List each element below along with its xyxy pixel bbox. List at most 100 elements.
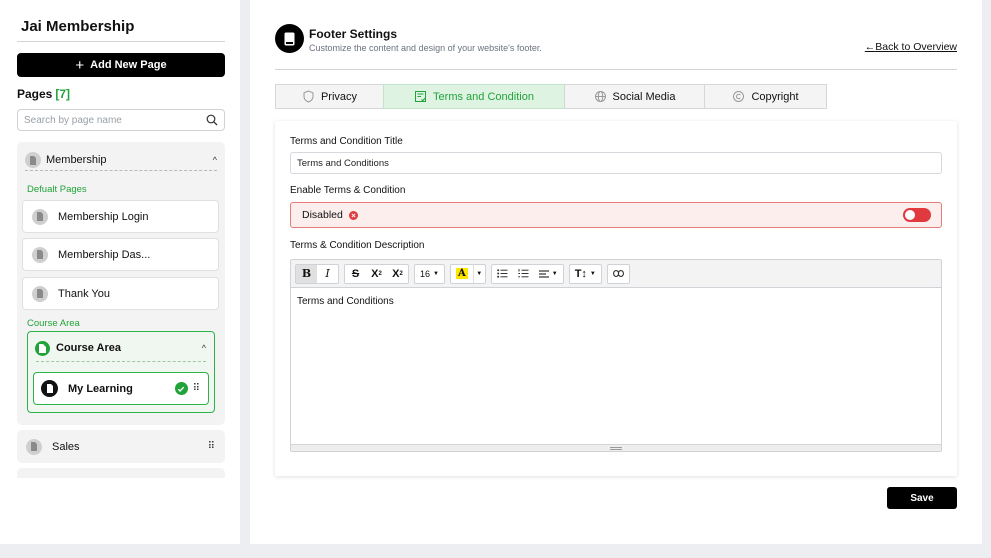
align-select[interactable]: ▼ — [534, 265, 563, 283]
pages-count: [7] — [55, 87, 71, 101]
tab-bar: Privacy Terms and Condition Social Media… — [275, 84, 827, 109]
x-circle-icon — [348, 210, 358, 220]
shield-icon — [303, 90, 314, 103]
description-field-label: Terms & Condition Description — [290, 240, 425, 251]
app-title: Jai Membership — [21, 18, 135, 35]
copyright-icon — [733, 91, 745, 102]
highlight-icon: A — [455, 268, 468, 279]
numbered-list-button[interactable] — [513, 265, 534, 283]
strikethrough-button[interactable]: S — [345, 265, 366, 283]
sidebar: Jai Membership + Add New Page Pages[7] M… — [0, 0, 240, 544]
editor-resize-handle[interactable] — [291, 444, 941, 451]
numbered-list-icon — [518, 269, 529, 278]
script-group: S X2 X2 — [344, 263, 409, 284]
save-button[interactable]: Save — [887, 487, 957, 509]
status-text: Disabled — [302, 209, 343, 221]
divider — [17, 41, 225, 42]
footer-settings-panel: Footer Settings Customize the content an… — [250, 0, 982, 544]
membership-group: Membership ^ Defualt Pages Membership Lo… — [17, 142, 225, 425]
chevron-up-icon[interactable]: ^ — [202, 343, 206, 353]
check-circle-icon — [174, 382, 188, 395]
plus-icon: + — [75, 56, 85, 74]
chevron-down-icon: ▼ — [551, 270, 558, 277]
list-group: ▼ — [490, 263, 564, 284]
back-link-label: Back to Overview — [875, 41, 957, 53]
text-style-select[interactable]: T↕ ▼ — [570, 265, 601, 283]
enable-field-label: Enable Terms & Condition — [290, 185, 406, 196]
page-item-label: Membership Login — [58, 210, 149, 223]
enable-terms-row: Disabled — [290, 202, 942, 228]
divider — [36, 361, 206, 362]
course-area-header[interactable]: Course Area ^ — [35, 339, 206, 357]
course-area-group: Course Area ^ My Learning ⠿ — [27, 331, 215, 413]
sales-label: Sales — [52, 440, 80, 453]
tab-label: Privacy — [320, 90, 358, 103]
text-style-group: T↕ ▼ — [568, 263, 602, 284]
tab-label: Copyright — [751, 90, 799, 103]
tab-terms-and-condition[interactable]: Terms and Condition — [383, 84, 565, 109]
italic-button[interactable]: I — [317, 265, 338, 283]
bold-button[interactable]: B — [296, 264, 317, 283]
page-item-membership-login[interactable]: Membership Login — [22, 200, 219, 233]
file-icon — [32, 208, 48, 225]
font-size-select[interactable]: 16 ▼ — [415, 265, 444, 283]
bullet-list-button[interactable] — [492, 265, 513, 283]
search-input[interactable] — [24, 114, 206, 126]
back-to-overview-link[interactable]: ←Back to Overview — [865, 41, 957, 53]
page-item-my-learning[interactable]: My Learning ⠿ — [33, 372, 209, 405]
format-group: B I — [295, 263, 339, 284]
pages-heading: Pages [7] — [17, 87, 70, 101]
tab-social-media[interactable]: Social Media — [564, 84, 705, 109]
editor-content[interactable]: Terms and Conditions — [291, 288, 941, 444]
chevron-up-icon[interactable]: ^ — [213, 155, 217, 165]
pages-label: Pages — [17, 87, 53, 101]
page-item-membership-dashboard[interactable]: Membership Das... — [22, 238, 219, 271]
chevron-down-icon: ▼ — [433, 270, 439, 277]
file-icon — [32, 246, 48, 263]
superscript-button[interactable]: X2 — [366, 265, 387, 283]
terms-title-input[interactable] — [290, 152, 942, 174]
text-size-icon: T↕ — [574, 267, 587, 280]
terms-form-card: Terms and Condition Title Enable Terms &… — [275, 121, 957, 476]
link-icon — [612, 270, 624, 277]
enable-terms-toggle[interactable] — [903, 208, 931, 222]
tab-label: Terms and Condition — [433, 90, 534, 103]
page-item-label: Thank You — [58, 287, 110, 300]
link-group — [606, 263, 630, 284]
page-search — [17, 109, 225, 131]
resize-grip-icon — [610, 446, 622, 450]
chevron-down-icon: ▼ — [589, 270, 596, 277]
font-size-group: 16 ▼ — [414, 263, 445, 284]
sales-group[interactable]: Sales ⠿ — [17, 430, 225, 463]
course-area-title: Course Area — [56, 342, 122, 354]
subscript-button[interactable]: X2 — [387, 265, 408, 283]
page-item-label: My Learning — [68, 382, 133, 395]
tab-label: Social Media — [612, 90, 676, 103]
align-icon — [538, 269, 549, 278]
membership-group-header[interactable]: Membership ^ — [25, 150, 217, 170]
arrow-left-icon: ← — [864, 41, 876, 53]
title-field-label: Terms and Condition Title — [290, 136, 403, 147]
search-icon[interactable] — [206, 114, 218, 126]
chevron-down-icon: ▼ — [476, 270, 483, 277]
divider — [25, 170, 217, 171]
add-new-page-button[interactable]: + Add New Page — [17, 53, 225, 77]
drag-handle-icon[interactable]: ⠿ — [208, 441, 215, 452]
document-check-icon — [415, 91, 427, 102]
insert-link-button[interactable] — [608, 265, 629, 283]
next-group-edge — [17, 468, 225, 478]
membership-group-title: Membership — [46, 154, 107, 166]
drag-handle-icon[interactable]: ⠿ — [193, 383, 200, 394]
page-item-thank-you[interactable]: Thank You — [22, 277, 219, 310]
highlight-color-button[interactable]: A — [451, 265, 473, 283]
highlight-group: A ▼ — [449, 263, 486, 284]
page-title: Footer Settings — [309, 27, 398, 41]
file-icon — [35, 340, 50, 356]
tab-copyright[interactable]: Copyright — [704, 84, 827, 109]
font-size-value: 16 — [420, 268, 431, 279]
tab-privacy[interactable]: Privacy — [275, 84, 384, 109]
file-icon — [41, 380, 58, 397]
add-new-page-label: Add New Page — [90, 59, 167, 71]
divider — [275, 69, 957, 70]
highlight-dropdown[interactable]: ▼ — [472, 264, 485, 283]
